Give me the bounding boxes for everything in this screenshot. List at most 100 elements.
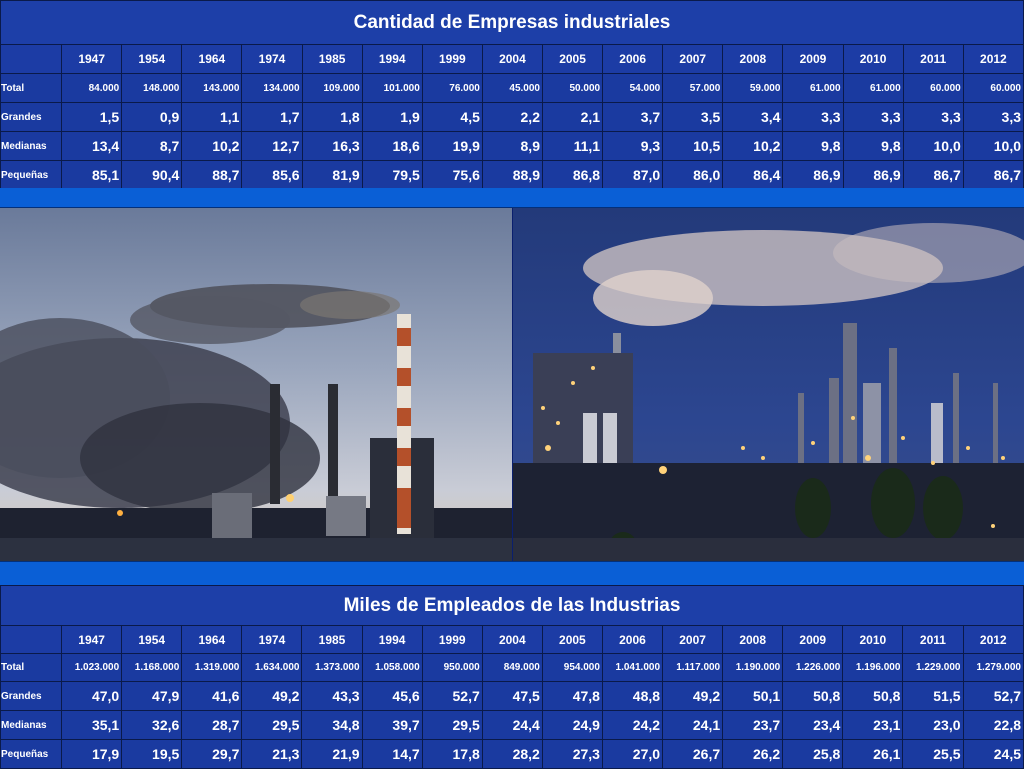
table-cell: 1,9: [361, 102, 423, 132]
table-cell: 1.023.000: [61, 653, 123, 682]
row-label: Grandes: [0, 102, 63, 132]
top-divider-stripe: [0, 188, 1024, 208]
table-cell: 17,8: [421, 739, 483, 769]
year-header: 2009: [782, 625, 844, 654]
table-cell: 1,1: [181, 102, 243, 132]
year-header: 2005: [541, 625, 603, 654]
year-header: 2012: [962, 625, 1024, 654]
table-cell: 10,2: [722, 131, 784, 161]
table-cell: 48,8: [601, 681, 664, 711]
table-cell: 50,8: [842, 681, 904, 711]
table-title: Miles de Empleados de las Industrias: [0, 585, 1024, 626]
table-cell: 21,9: [301, 739, 363, 769]
table-cell: 90,4: [121, 160, 183, 190]
table-cell: 1.190.000: [722, 653, 784, 682]
table-cell: 47,5: [481, 681, 543, 711]
table-cell: 18,6: [361, 131, 423, 161]
table-cell: 19,9: [421, 131, 483, 161]
table-cell: 47,9: [121, 681, 183, 711]
year-header: 2009: [782, 44, 844, 74]
table-cell: 86,9: [782, 160, 844, 190]
table-cell: 29,7: [181, 739, 243, 769]
table-cell: 50.000: [541, 73, 604, 103]
table-cell: 1.196.000: [842, 653, 904, 682]
table-cell: 29,5: [241, 710, 303, 740]
table-cell: 950.000: [421, 653, 483, 682]
table-cell: 60.000: [902, 73, 964, 103]
table-cell: 57.000: [662, 73, 724, 103]
table-cell: 17,9: [61, 739, 123, 769]
table-cell: 86,7: [902, 160, 964, 190]
table-cell: 24,2: [601, 710, 664, 740]
table-cell: 86,0: [662, 160, 724, 190]
table-cell: 13,4: [61, 131, 123, 161]
table-cell: 1.319.000: [181, 653, 243, 682]
table-cell: 49,2: [662, 681, 724, 711]
row-label: Total: [0, 73, 63, 103]
table-cell: 75,6: [421, 160, 483, 190]
table-cell: 23,1: [842, 710, 904, 740]
table-cell: 39,7: [361, 710, 423, 740]
table-cell: 3,3: [842, 102, 904, 132]
table-cell: 59.000: [722, 73, 784, 103]
table-cell: 23,4: [782, 710, 844, 740]
table-cell: 88,7: [181, 160, 243, 190]
year-header: 1974: [241, 44, 303, 74]
table-cell: 47,0: [61, 681, 123, 711]
table-cell: 23,0: [902, 710, 964, 740]
table-cell: 43,3: [301, 681, 363, 711]
table-cell: 50,8: [782, 681, 844, 711]
table-cell: 1.226.000: [782, 653, 844, 682]
table-cell: 3,3: [902, 102, 964, 132]
table-cell: 87,0: [602, 160, 664, 190]
table-cell: 849.000: [481, 653, 543, 682]
table-cell: 1.279.000: [962, 653, 1024, 682]
employees-table: Miles de Empleados de las Industrias 1947…: [0, 585, 1024, 769]
table-cell: 1.041.000: [601, 653, 664, 682]
table-cell: 76.000: [421, 73, 483, 103]
table-cell: 54.000: [602, 73, 664, 103]
table-cell: 148.000: [121, 73, 183, 103]
table-cell: 2,1: [541, 102, 604, 132]
table-cell: 8,7: [121, 131, 183, 161]
year-header: 2008: [722, 625, 784, 654]
table-row: Medianas 13,4 8,7 10,2 12,7 16,3 18,6 19,9 8,9 11…: [0, 131, 1024, 161]
table-cell: 1,5: [61, 102, 123, 132]
refinery-night-photo: [513, 208, 1024, 561]
table-row: Total 1.023.000 1.168.000 1.319.000 1.634.00…: [0, 653, 1024, 682]
table-cell: 86,8: [541, 160, 604, 190]
row-label: Pequeñas: [0, 739, 63, 769]
table-cell: 10,0: [902, 131, 964, 161]
year-header: 2005: [541, 44, 604, 74]
table-cell: 50,1: [722, 681, 784, 711]
table-cell: 9,3: [602, 131, 664, 161]
table-cell: 85,6: [241, 160, 303, 190]
table-cell: 21,3: [241, 739, 303, 769]
table-cell: 60.000: [962, 73, 1024, 103]
table-cell: 26,1: [842, 739, 904, 769]
year-header: 2011: [902, 44, 964, 74]
table-cell: 26,7: [662, 739, 724, 769]
table-cell: 25,8: [782, 739, 844, 769]
table-cell: 88,9: [481, 160, 543, 190]
table-row: Pequeñas 17,9 19,5 29,7 21,3 21,9 14,7 17,8 28,2…: [0, 739, 1024, 769]
table-cell: 9,8: [842, 131, 904, 161]
table-row: Grandes 47,0 47,9 41,6 49,2 43,3 45,6 52,7 47,5 4…: [0, 681, 1024, 711]
table-cell: 19,5: [121, 739, 183, 769]
table-cell: 45,6: [361, 681, 423, 711]
table-cell: 86,4: [722, 160, 784, 190]
table-cell: 16,3: [301, 131, 363, 161]
year-header: 1954: [121, 625, 183, 654]
table-cell: 1.634.000: [241, 653, 303, 682]
table-cell: 79,5: [361, 160, 423, 190]
table-cell: 32,6: [121, 710, 183, 740]
table-cell: 11,1: [541, 131, 604, 161]
table-cell: 10,0: [962, 131, 1024, 161]
table-cell: 4,5: [421, 102, 483, 132]
table-cell: 8,9: [481, 131, 543, 161]
table-cell: 0,9: [121, 102, 183, 132]
table-row: Pequeñas 85,1 90,4 88,7 85,6 81,9 79,5 75,6 88,9…: [0, 160, 1024, 190]
table-cell: 1,7: [241, 102, 303, 132]
table-row: Grandes 1,5 0,9 1,1 1,7 1,8 1,9 4,5 2,2 2,1 3,7 3,5…: [0, 102, 1024, 132]
table-cell: 86,7: [962, 160, 1024, 190]
